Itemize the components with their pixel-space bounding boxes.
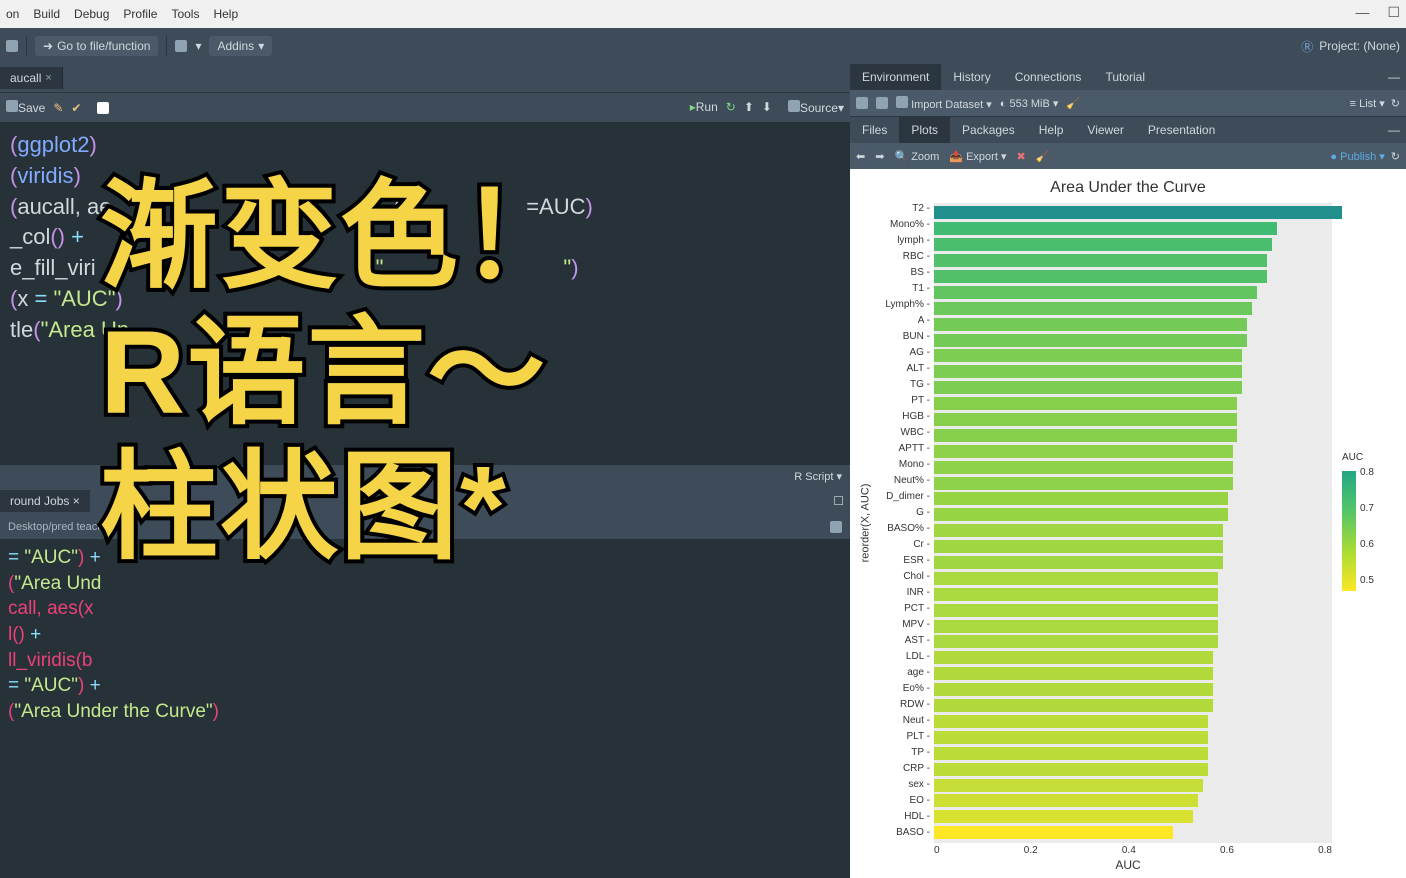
clear-plots-icon[interactable]: 🧹 <box>1036 150 1050 163</box>
console-tabs: round Jobs × ☐ <box>0 487 850 515</box>
console-path-bar: Desktop/pred teach/ ↗ <box>0 515 850 539</box>
tab-files[interactable]: Files <box>850 117 899 143</box>
next-plot-icon[interactable]: ➡ <box>875 150 884 163</box>
tab-tutorial[interactable]: Tutorial <box>1093 64 1157 90</box>
plot-tabs: Files Plots Packages Help Viewer Present… <box>850 116 1406 143</box>
minimize-icon[interactable]: — <box>1355 4 1369 21</box>
grid-icon[interactable] <box>175 40 187 52</box>
editor-tab-aucall[interactable]: aucall × <box>0 67 63 89</box>
console-output[interactable]: = "AUC") + ("Area Und call, aes(x l() + … <box>0 539 850 878</box>
tab-environment[interactable]: Environment <box>850 64 941 90</box>
editor-tabs: aucall × <box>0 64 850 92</box>
close-tab-icon[interactable]: × <box>45 72 51 84</box>
plot-ylabel: reorder(X, AUC) <box>856 203 874 843</box>
plot-legend: AUC 0.8 0.7 0.6 0.5 <box>1332 203 1400 843</box>
tab-plots[interactable]: Plots <box>899 117 950 143</box>
wand-icon[interactable]: ✎ <box>53 101 63 115</box>
remove-plot-icon[interactable]: ✖ <box>1016 150 1025 163</box>
new-file-icon[interactable] <box>6 40 18 52</box>
save-button[interactable]: Save <box>6 100 45 115</box>
r-logo-icon: Ⓡ <box>1301 38 1313 55</box>
menu-build[interactable]: Build <box>33 7 60 21</box>
script-type[interactable]: R Script <box>794 471 833 483</box>
plot-canvas: Area Under the Curve reorder(X, AUC) T2 … <box>850 169 1406 878</box>
editor-toolbar: Save ✎ ✔ ▸Run ↻ ⬆ ⬇ Source▾ <box>0 92 850 122</box>
refresh-icon[interactable]: ↻ <box>1391 97 1400 110</box>
plot-toolbar: ⬅ ➡ 🔍 Zoom 📤 Export ▾ ✖ 🧹 ● Publish ▾ ↻ <box>850 143 1406 169</box>
notebook-icon[interactable] <box>97 102 109 114</box>
env-toolbar: Import Dataset ▾ ◐ 553 MiB ▾ 🧹 ≡ List ▾ … <box>850 90 1406 116</box>
console-tab-jobs[interactable]: round Jobs × <box>0 490 90 512</box>
menu-help[interactable]: Help <box>213 7 238 21</box>
pane-minimize-icon[interactable]: ☐ <box>833 494 850 508</box>
legend-gradient <box>1342 471 1356 591</box>
down-icon[interactable]: ⬇ <box>762 100 772 115</box>
tab-history[interactable]: History <box>941 64 1002 90</box>
main-toolbar: ➜ Go to file/function ▾ Addins ▾ Ⓡ Proje… <box>0 28 1406 64</box>
up-icon[interactable]: ⬆ <box>744 100 754 115</box>
menu-profile[interactable]: Profile <box>123 7 157 21</box>
save-icon <box>6 100 18 112</box>
code-editor[interactable]: (ggplot2) (viridis) (aucall, aeA=AUC) _c… <box>0 122 850 465</box>
menu-on[interactable]: on <box>6 7 19 21</box>
project-selector[interactable]: Project: (None) <box>1319 39 1400 53</box>
plot-xlabel: AUC <box>856 858 1400 872</box>
plot-category-labels: T2 -Mono% -lymph -RBC -BS -T1 -Lymph% -A… <box>874 203 934 843</box>
pane-minimize-icon[interactable]: — <box>1388 123 1406 137</box>
goto-icon: ➜ <box>43 39 53 53</box>
editor-status: R Script ▾ <box>0 465 850 487</box>
menu-bar: on Build Debug Profile Tools Help — ☐ <box>0 0 1406 28</box>
memory-indicator[interactable]: ◐ 553 MiB ▾ <box>1000 97 1059 110</box>
pane-minimize-icon[interactable]: — <box>1388 70 1406 84</box>
source-button[interactable]: Source▾ <box>788 100 844 115</box>
maximize-icon[interactable]: ☐ <box>1387 4 1400 21</box>
run-button[interactable]: ▸Run <box>690 100 718 115</box>
tab-packages[interactable]: Packages <box>950 117 1027 143</box>
refresh-plot-icon[interactable]: ↻ <box>1391 150 1400 163</box>
tab-viewer[interactable]: Viewer <box>1075 117 1135 143</box>
env-tabs: Environment History Connections Tutorial… <box>850 64 1406 90</box>
export-button[interactable]: 📤 Export ▾ <box>949 150 1006 163</box>
open-folder-icon[interactable]: ↗ <box>112 521 121 534</box>
load-icon[interactable] <box>856 97 868 109</box>
broom-icon[interactable]: 🧹 <box>1066 97 1080 110</box>
addins-button[interactable]: Addins ▾ <box>209 36 272 56</box>
rerun-icon[interactable]: ↻ <box>726 100 736 115</box>
clear-console-icon[interactable] <box>830 521 842 533</box>
source-icon <box>788 100 800 112</box>
plot-bars <box>934 203 1332 843</box>
plot-xaxis-ticks: 0 0.2 0.4 0.6 0.8 <box>934 843 1332 856</box>
menu-debug[interactable]: Debug <box>74 7 109 21</box>
tab-connections[interactable]: Connections <box>1003 64 1094 90</box>
list-view-button[interactable]: ≡ List ▾ <box>1350 97 1385 110</box>
import-dataset-button[interactable]: Import Dataset ▾ <box>896 96 992 111</box>
menu-tools[interactable]: Tools <box>171 7 199 21</box>
tab-presentation[interactable]: Presentation <box>1136 117 1227 143</box>
prev-plot-icon[interactable]: ⬅ <box>856 150 865 163</box>
plot-title: Area Under the Curve <box>856 179 1400 197</box>
zoom-button[interactable]: 🔍 Zoom <box>894 150 939 163</box>
goto-file-button[interactable]: ➜ Go to file/function <box>35 36 158 56</box>
tab-help[interactable]: Help <box>1027 117 1076 143</box>
publish-button[interactable]: ● Publish ▾ <box>1330 150 1384 163</box>
check-icon[interactable]: ✔ <box>71 101 81 115</box>
save-ws-icon[interactable] <box>876 97 888 109</box>
